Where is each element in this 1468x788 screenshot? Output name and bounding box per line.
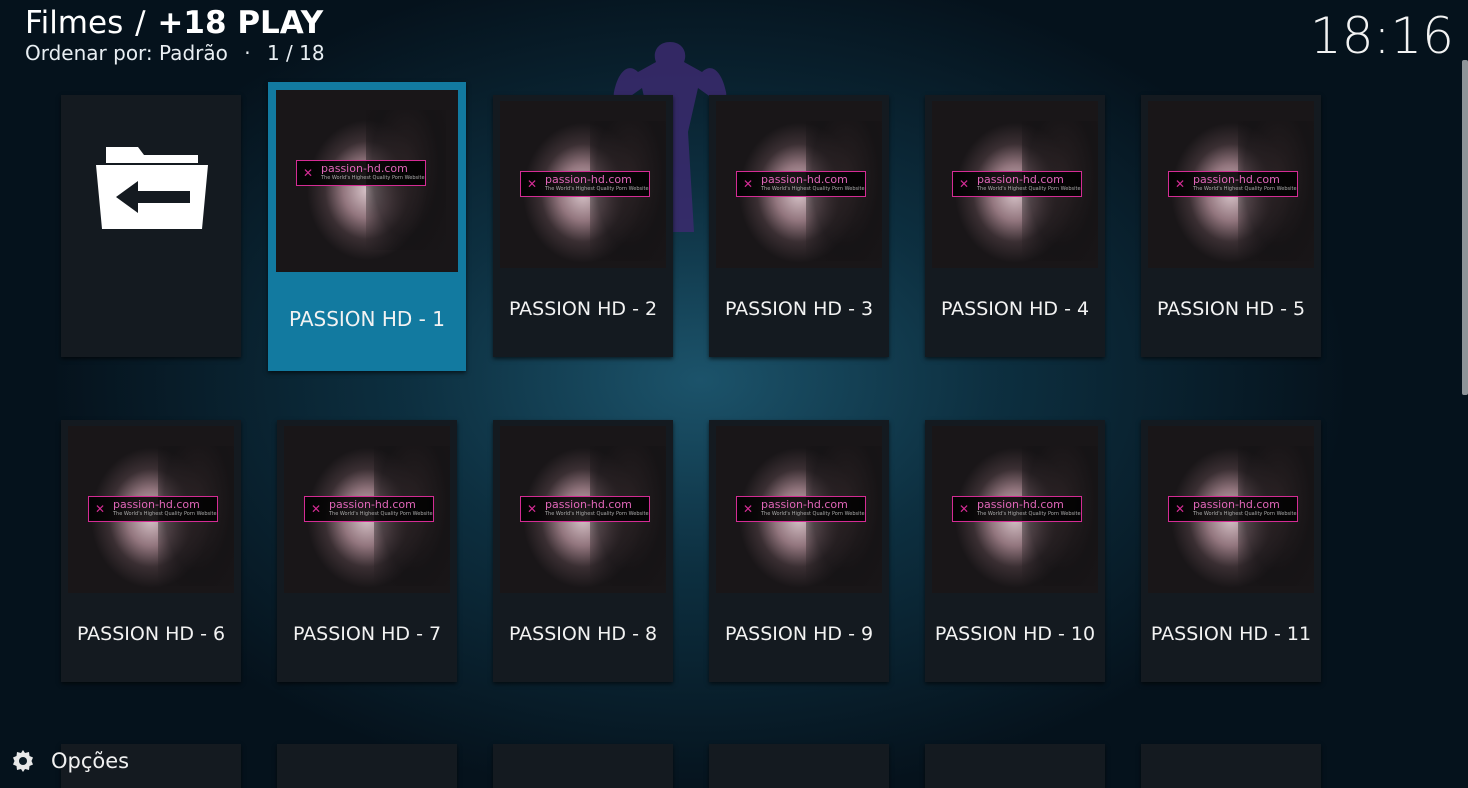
site-banner: ✕ passion-hd.com The World's Highest Quali… xyxy=(736,171,866,197)
banner-subtitle: The World's Highest Quality Porn Website xyxy=(977,511,1081,517)
kodi-screen: Filmes / +18 PLAY Ordenar por: Padrão · … xyxy=(0,0,1468,788)
tile-label: PASSION HD - 4 xyxy=(940,298,1090,320)
tile-partial[interactable] xyxy=(1141,744,1321,788)
site-logo-icon: ✕ xyxy=(743,177,754,191)
tile-partial[interactable] xyxy=(493,744,673,788)
site-banner: ✕ passion-hd.com The World's Highest Quali… xyxy=(952,171,1082,197)
banner-title: passion-hd.com xyxy=(1193,173,1280,186)
site-banner: ✕ passion-hd.com The World's Highest Quali… xyxy=(520,171,650,197)
site-logo-icon: ✕ xyxy=(959,502,970,516)
site-banner: ✕ passion-hd.com The World's Highest Quali… xyxy=(736,496,866,522)
tile-partial[interactable] xyxy=(709,744,889,788)
thumbnail: ✕ passion-hd.com The World's Highest Quali… xyxy=(276,90,458,272)
tile-label: PASSION HD - 6 xyxy=(76,623,226,645)
banner-subtitle: The World's Highest Quality Porn Website xyxy=(321,175,425,181)
tile-passion-hd-3[interactable]: ✕ passion-hd.com The World's Highest Quali… xyxy=(709,95,889,357)
thumbnail: ✕ passion-hd.com The World's Highest Quali… xyxy=(500,426,666,593)
site-banner: ✕ passion-hd.com The World's Highest Quali… xyxy=(952,496,1082,522)
tile-passion-hd-1[interactable]: ✕ passion-hd.com The World's Highest Quali… xyxy=(268,82,466,371)
folder-back-icon xyxy=(96,147,208,229)
site-logo-icon: ✕ xyxy=(303,166,314,180)
thumbnail: ✕ passion-hd.com The World's Highest Quali… xyxy=(500,101,666,268)
tile-label: PASSION HD - 1 xyxy=(289,307,445,331)
site-logo-icon: ✕ xyxy=(311,502,322,516)
site-logo-icon: ✕ xyxy=(743,502,754,516)
tile-label: PASSION HD - 10 xyxy=(934,623,1096,645)
gear-icon xyxy=(13,750,33,772)
tile-label: PASSION HD - 3 xyxy=(724,298,874,320)
tile-passion-hd-6[interactable]: ✕ passion-hd.com The World's Highest Quali… xyxy=(61,420,241,682)
tile-passion-hd-4[interactable]: ✕ passion-hd.com The World's Highest Quali… xyxy=(925,95,1105,357)
site-logo-icon: ✕ xyxy=(959,177,970,191)
thumbnail: ✕ passion-hd.com The World's Highest Quali… xyxy=(1148,101,1314,268)
site-logo-icon: ✕ xyxy=(527,502,538,516)
thumbnail: ✕ passion-hd.com The World's Highest Quali… xyxy=(932,426,1098,593)
banner-title: passion-hd.com xyxy=(545,498,632,511)
banner-title: passion-hd.com xyxy=(977,498,1064,511)
sort-label: Ordenar por: Padrão xyxy=(25,41,228,65)
banner-title: passion-hd.com xyxy=(329,498,416,511)
tile-label: PASSION HD - 8 xyxy=(508,623,658,645)
thumbnail: ✕ passion-hd.com The World's Highest Quali… xyxy=(932,101,1098,268)
site-logo-icon: ✕ xyxy=(527,177,538,191)
banner-title: passion-hd.com xyxy=(1193,498,1280,511)
banner-title: passion-hd.com xyxy=(545,173,632,186)
parent-folder-tile[interactable] xyxy=(61,95,241,357)
banner-subtitle: The World's Highest Quality Porn Website xyxy=(761,511,865,517)
sort-info: Ordenar por: Padrão · 1 / 18 xyxy=(25,40,325,66)
banner-title: passion-hd.com xyxy=(113,498,200,511)
site-banner: ✕ passion-hd.com The World's Highest Quali… xyxy=(1168,171,1298,197)
tile-label: PASSION HD - 7 xyxy=(292,623,442,645)
banner-subtitle: The World's Highest Quality Porn Website xyxy=(1193,186,1297,192)
site-banner: ✕ passion-hd.com The World's Highest Quali… xyxy=(296,160,426,186)
tile-passion-hd-10[interactable]: ✕ passion-hd.com The World's Highest Quali… xyxy=(925,420,1105,682)
banner-subtitle: The World's Highest Quality Porn Website xyxy=(329,511,433,517)
site-banner: ✕ passion-hd.com The World's Highest Quali… xyxy=(304,496,434,522)
options-label: Opções xyxy=(51,749,130,773)
banner-title: passion-hd.com xyxy=(977,173,1064,186)
banner-subtitle: The World's Highest Quality Porn Website xyxy=(977,186,1081,192)
site-logo-icon: ✕ xyxy=(1175,502,1186,516)
site-banner: ✕ passion-hd.com The World's Highest Quali… xyxy=(1168,496,1298,522)
tile-partial[interactable] xyxy=(925,744,1105,788)
tile-label: PASSION HD - 2 xyxy=(508,298,658,320)
tile-passion-hd-2[interactable]: ✕ passion-hd.com The World's Highest Quali… xyxy=(493,95,673,357)
thumbnail: ✕ passion-hd.com The World's Highest Quali… xyxy=(1148,426,1314,593)
site-banner: ✕ passion-hd.com The World's Highest Quali… xyxy=(520,496,650,522)
banner-subtitle: The World's Highest Quality Porn Website xyxy=(761,186,865,192)
sort-dot: · xyxy=(244,41,251,65)
tile-label: PASSION HD - 5 xyxy=(1156,298,1306,320)
item-position: 1 / 18 xyxy=(266,41,325,65)
tile-passion-hd-9[interactable]: ✕ passion-hd.com The World's Highest Quali… xyxy=(709,420,889,682)
site-banner: ✕ passion-hd.com The World's Highest Quali… xyxy=(88,496,218,522)
tile-passion-hd-5[interactable]: ✕ passion-hd.com The World's Highest Quali… xyxy=(1141,95,1321,357)
thumbnail: ✕ passion-hd.com The World's Highest Quali… xyxy=(68,426,234,593)
scrollbar[interactable] xyxy=(1462,60,1468,395)
tile-label: PASSION HD - 11 xyxy=(1150,623,1312,645)
banner-title: passion-hd.com xyxy=(761,173,848,186)
tile-passion-hd-11[interactable]: ✕ passion-hd.com The World's Highest Quali… xyxy=(1141,420,1321,682)
tile-label: PASSION HD - 9 xyxy=(724,623,874,645)
thumbnail: ✕ passion-hd.com The World's Highest Quali… xyxy=(716,426,882,593)
addon-name: +18 PLAY xyxy=(157,5,324,41)
tile-passion-hd-7[interactable]: ✕ passion-hd.com The World's Highest Quali… xyxy=(277,420,457,682)
banner-subtitle: The World's Highest Quality Porn Website xyxy=(545,186,649,192)
tile-passion-hd-8[interactable]: ✕ passion-hd.com The World's Highest Quali… xyxy=(493,420,673,682)
title-separator: / xyxy=(135,5,146,41)
clock: 18:16 xyxy=(1309,7,1454,65)
page-title: Filmes / +18 PLAY xyxy=(25,4,323,42)
section-name: Filmes xyxy=(25,5,124,41)
banner-subtitle: The World's Highest Quality Porn Website xyxy=(1193,511,1297,517)
banner-title: passion-hd.com xyxy=(321,162,408,175)
options-button[interactable]: Opções xyxy=(10,746,129,776)
tile-partial[interactable] xyxy=(277,744,457,788)
site-logo-icon: ✕ xyxy=(1175,177,1186,191)
banner-subtitle: The World's Highest Quality Porn Website xyxy=(545,511,649,517)
thumbnail: ✕ passion-hd.com The World's Highest Quali… xyxy=(716,101,882,268)
site-logo-icon: ✕ xyxy=(95,502,106,516)
thumbnail: ✕ passion-hd.com The World's Highest Quali… xyxy=(284,426,450,593)
banner-subtitle: The World's Highest Quality Porn Website xyxy=(113,511,217,517)
banner-title: passion-hd.com xyxy=(761,498,848,511)
